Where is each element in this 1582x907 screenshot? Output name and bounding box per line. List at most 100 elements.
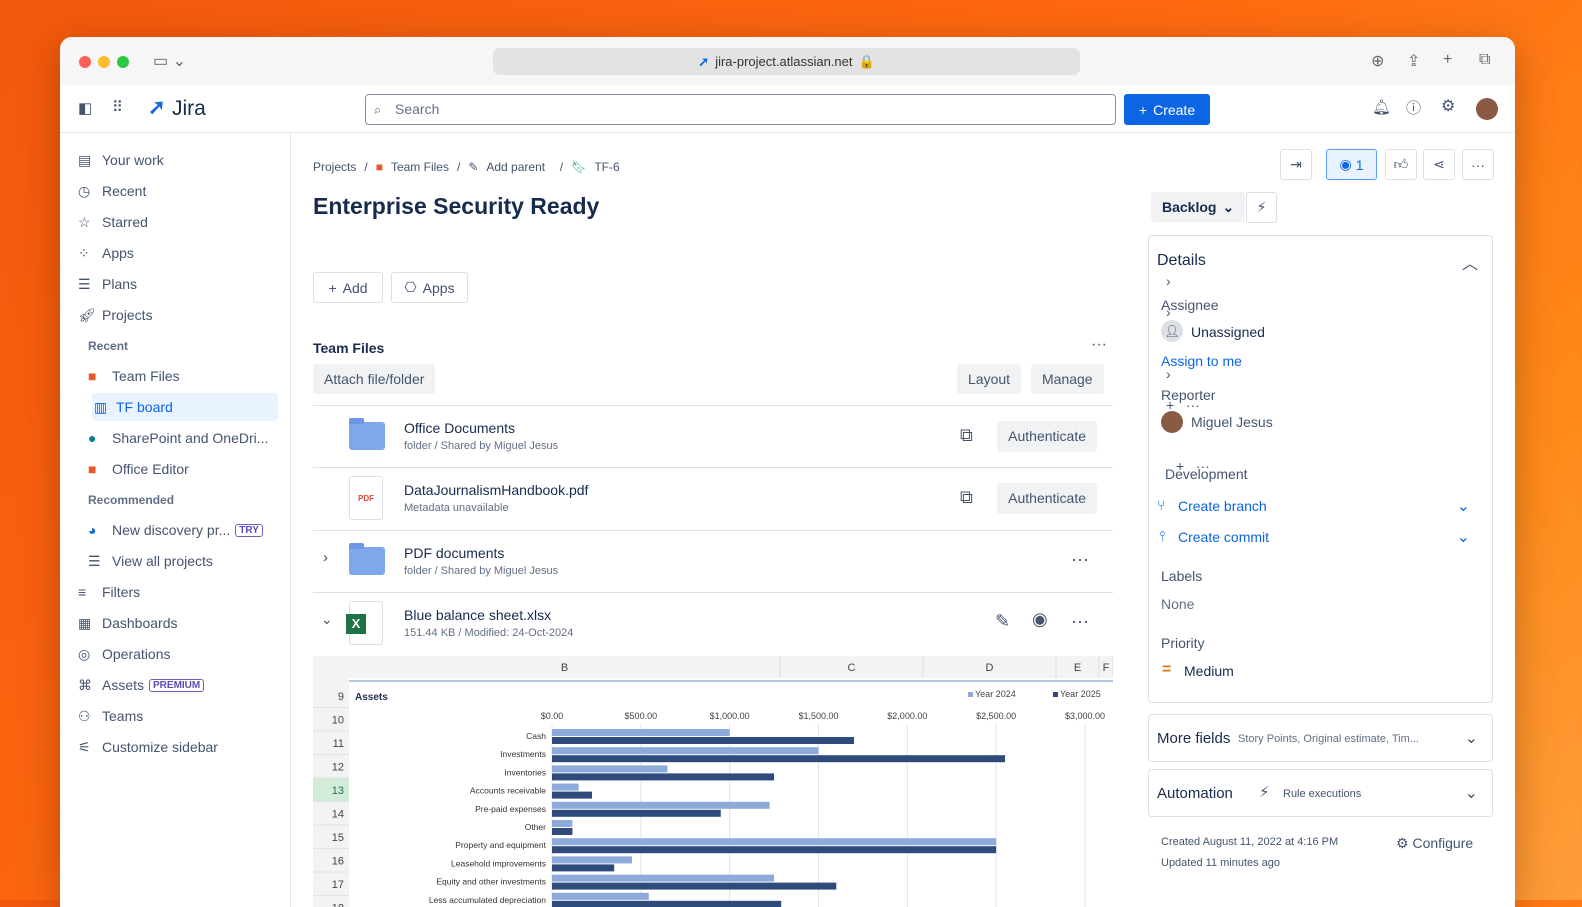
file-row[interactable]: Office Documents folder / Shared by Migu… <box>313 405 1113 467</box>
file-name[interactable]: Office Documents <box>404 420 515 436</box>
sidebar-item-new-discovery[interactable]: ◕New discovery pr...TRY <box>88 516 286 544</box>
sidebar-item-office-editor[interactable]: ■Office Editor <box>88 455 286 483</box>
app-name[interactable]: Jira <box>172 97 206 121</box>
spreadsheet-preview[interactable]: BCDEF910111213141516171819Assets$0.00$50… <box>313 656 1113 907</box>
configure-button[interactable]: ⚙ Configure <box>1396 835 1473 852</box>
sidebar-item-projects[interactable]: 🚀︎Projects+ ··· <box>78 301 276 329</box>
more-icon[interactable]: ··· <box>1071 611 1089 632</box>
x-tick-label: $3,000.00 <box>1065 711 1105 721</box>
labels-value[interactable]: None <box>1161 596 1194 612</box>
status-dropdown[interactable]: Backlog⌄ <box>1151 192 1245 222</box>
authenticate-button[interactable]: Authenticate <box>997 421 1097 452</box>
sidebar-item-sharepoint[interactable]: ●SharePoint and OneDri... <box>88 424 286 452</box>
file-row[interactable]: ⌄ X Blue balance sheet.xlsx 151.44 KB / … <box>313 592 1113 654</box>
office-icon: ■ <box>88 461 112 477</box>
share-icon[interactable]: ⇪ <box>1407 51 1420 71</box>
create-commit-link[interactable]: Create commit <box>1178 529 1269 545</box>
attach-file-button[interactable]: Attach file/folder <box>313 364 435 394</box>
sidebar-item-operations[interactable]: ◎Operations <box>78 640 276 668</box>
zoom-window-button[interactable] <box>117 56 129 68</box>
sidebar-item-view-all-projects[interactable]: ☰View all projects <box>88 547 286 575</box>
project-icon: ■ <box>376 160 383 174</box>
address-bar[interactable]: ➚ jira-project.atlassian.net 🔒 <box>493 48 1080 75</box>
open-external-icon[interactable]: ⧉ <box>960 425 973 446</box>
sidebar-item-customize[interactable]: ⚟Customize sidebar <box>78 733 276 761</box>
file-row[interactable]: PDF DataJournalismHandbook.pdf Metadata … <box>313 467 1113 529</box>
details-heading[interactable]: Details <box>1157 252 1206 270</box>
sidebar-item-team-files[interactable]: ■Team Files+ ··· <box>88 362 276 390</box>
edit-icon[interactable]: ✎ <box>995 611 1010 632</box>
bar <box>552 784 579 791</box>
chevron-up-icon[interactable]: ︿ <box>1462 250 1478 274</box>
sidebar-item-your-work[interactable]: ▤Your work <box>78 146 276 174</box>
sidebar-item-plans[interactable]: ☰Plans› <box>78 270 276 298</box>
open-external-icon[interactable]: ⧉ <box>960 487 973 508</box>
chevron-down-icon[interactable]: ⌄ <box>321 611 333 628</box>
file-name[interactable]: PDF documents <box>404 545 504 561</box>
label: Filters <box>102 584 140 600</box>
folder-icon <box>349 547 385 575</box>
automation-panel[interactable]: Automation ⚡︎ Rule executions ⌄ <box>1148 769 1493 817</box>
breadcrumb-add-parent[interactable]: Add parent <box>486 160 545 174</box>
chevron-right-icon[interactable]: › <box>323 549 328 566</box>
create-button[interactable]: +Create <box>1124 94 1210 125</box>
file-name[interactable]: Blue balance sheet.xlsx <box>404 607 551 623</box>
authenticate-button[interactable]: Authenticate <box>997 483 1097 514</box>
settings-icon[interactable]: ⚙ <box>1441 96 1455 116</box>
feedback-button[interactable]: ⇥ <box>1280 149 1312 180</box>
chevron-down-icon: ⌄ <box>1465 783 1478 803</box>
tabs-icon[interactable]: ⧉ <box>1479 51 1490 69</box>
layout-button[interactable]: Layout <box>957 364 1021 394</box>
plus-icon: + <box>1139 102 1147 118</box>
like-button[interactable]: 👍︎ <box>1385 149 1417 180</box>
eye-icon[interactable]: ◉ <box>1032 609 1048 630</box>
sidebar-item-assets[interactable]: ⌘AssetsPREMIUM <box>78 671 276 699</box>
breadcrumb-projects[interactable]: Projects <box>313 160 356 174</box>
label: Starred <box>102 214 148 230</box>
sidebar-item-recent[interactable]: ◷Recent› <box>78 177 276 205</box>
file-name[interactable]: DataJournalismHandbook.pdf <box>404 482 588 498</box>
notifications-icon[interactable]: 🔔︎ <box>1372 98 1391 116</box>
priority-value[interactable]: Medium <box>1184 663 1234 679</box>
add-button[interactable]: +Add <box>313 272 383 303</box>
search-input[interactable]: ⌕ Search <box>365 94 1116 125</box>
watch-button[interactable]: ◉1 <box>1326 149 1377 180</box>
breadcrumb-issue-key[interactable]: TF-6 <box>594 160 619 174</box>
more-icon[interactable]: ··· <box>1091 336 1107 354</box>
minimize-window-button[interactable] <box>98 56 110 68</box>
file-meta: folder / Shared by Miguel Jesus <box>404 440 558 452</box>
sidebar-item-teams[interactable]: ⚇Teams <box>78 702 276 730</box>
assign-to-me-link[interactable]: Assign to me <box>1161 353 1242 369</box>
sidebar-item-dashboards[interactable]: ▦Dashboards <box>78 609 276 637</box>
share-button[interactable]: ⋖ <box>1423 149 1455 180</box>
sidebar-item-apps[interactable]: ⁘Apps <box>78 239 276 267</box>
bar <box>552 747 819 754</box>
automation-button[interactable]: ⚡︎ <box>1246 192 1277 223</box>
more-icon[interactable]: ··· <box>1071 549 1089 570</box>
help-icon[interactable]: ⓘ <box>1406 97 1421 118</box>
page-title[interactable]: Enterprise Security Ready <box>313 193 599 220</box>
manage-button[interactable]: Manage <box>1031 364 1104 394</box>
file-meta: 151.44 KB / Modified: 24-Oct-2024 <box>404 627 573 639</box>
more-actions-button[interactable]: ··· <box>1462 149 1494 180</box>
sidebar-item-tf-board[interactable]: ▥TF board <box>92 393 278 421</box>
sidebar-item-starred[interactable]: ☆Starred› <box>78 208 276 236</box>
close-window-button[interactable] <box>79 56 91 68</box>
apps-button[interactable]: ⎔Apps <box>391 272 468 303</box>
reporter-value[interactable]: Miguel Jesus <box>1191 414 1273 430</box>
app-switcher-icon[interactable]: ⠿ <box>112 98 123 116</box>
file-row[interactable]: › PDF documents folder / Shared by Migue… <box>313 530 1113 592</box>
sidebar-toggle-icon[interactable]: ▭ ⌄ <box>153 51 186 71</box>
avatar[interactable] <box>1476 98 1498 120</box>
new-tab-icon[interactable]: + <box>1443 51 1452 69</box>
more-fields-panel[interactable]: More fields Story Points, Original estim… <box>1148 714 1493 762</box>
chevron-down-icon[interactable]: ⌄ <box>1457 496 1470 516</box>
create-branch-link[interactable]: Create branch <box>1178 498 1267 514</box>
assignee-value[interactable]: Unassigned <box>1191 324 1265 340</box>
sidebar-item-filters[interactable]: ≡Filters <box>78 578 276 606</box>
chevron-down-icon[interactable]: ⌄ <box>1457 527 1470 547</box>
collapse-sidebar-icon[interactable]: ◧ <box>78 99 92 117</box>
download-icon[interactable]: ⊕ <box>1371 51 1384 71</box>
sidebar: ▤Your work ◷Recent› ☆Starred› ⁘Apps ☰Pla… <box>60 133 291 907</box>
breadcrumb-team-files[interactable]: Team Files <box>391 160 449 174</box>
